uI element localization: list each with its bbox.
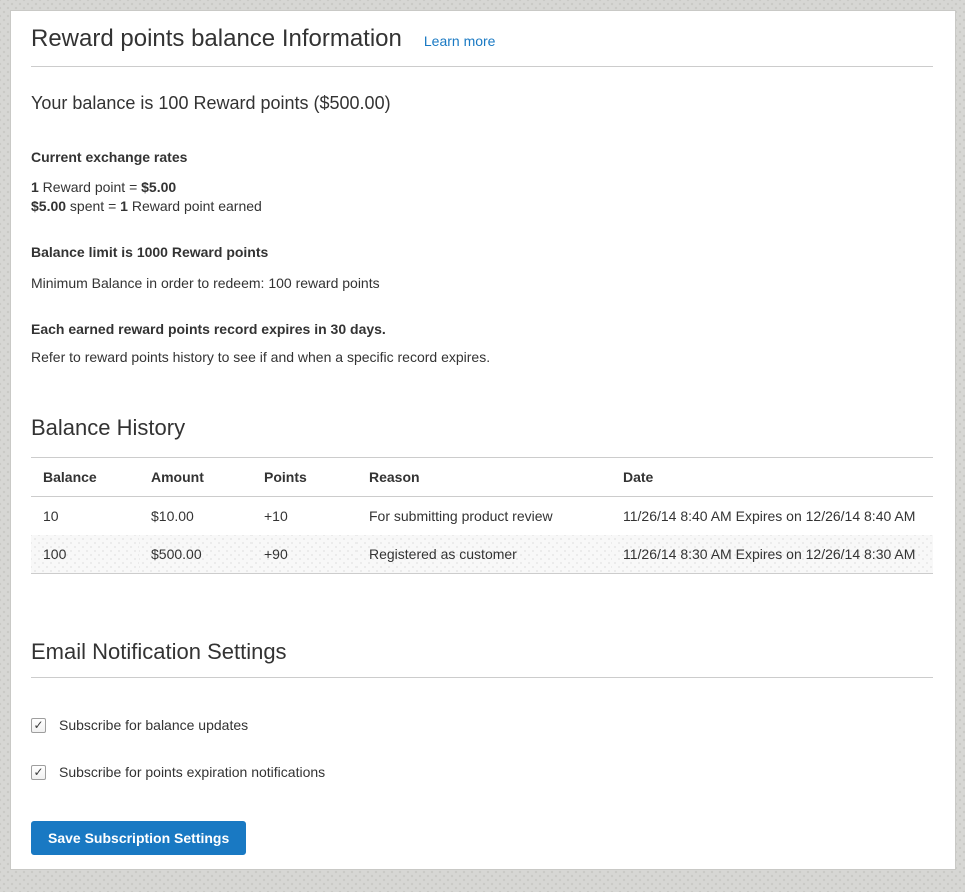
page-header: Reward points balance Information Learn … (31, 25, 933, 67)
cell-amount: $10.00 (139, 497, 252, 536)
expiration-rule-text: Each earned reward points record expires… (31, 319, 933, 339)
balance-limit-text: Balance limit is 1000 Reward points (31, 242, 933, 262)
points-expiration-checkbox[interactable]: ✓ (31, 765, 46, 780)
column-header-date: Date (611, 458, 933, 497)
minimum-balance-text: Minimum Balance in order to redeem: 100 … (31, 273, 933, 293)
column-header-reason: Reason (357, 458, 611, 497)
cell-points: +90 (252, 535, 357, 574)
balance-history-heading: Balance History (31, 414, 933, 442)
save-subscription-settings-button[interactable]: Save Subscription Settings (31, 821, 246, 855)
cell-points: +10 (252, 497, 357, 536)
expiration-note-text: Refer to reward points history to see if… (31, 347, 933, 367)
column-header-balance: Balance (31, 458, 139, 497)
exchange-rate-line-1: 1 Reward point = $5.00 (31, 178, 933, 197)
learn-more-link[interactable]: Learn more (424, 33, 496, 49)
balance-updates-checkbox[interactable]: ✓ (31, 718, 46, 733)
balance-updates-label[interactable]: Subscribe for balance updates (59, 715, 248, 735)
cell-reason: For submitting product review (357, 497, 611, 536)
balance-summary: Your balance is 100 Reward points ($500.… (31, 91, 933, 116)
cell-reason: Registered as customer (357, 535, 611, 574)
cell-date: 11/26/14 8:40 AM Expires on 12/26/14 8:4… (611, 497, 933, 536)
reward-points-panel: Reward points balance Information Learn … (10, 10, 956, 870)
cell-balance: 10 (31, 497, 139, 536)
page-title: Reward points balance Information (31, 25, 402, 53)
column-header-points: Points (252, 458, 357, 497)
table-row: 100 $500.00 +90 Registered as customer 1… (31, 535, 933, 574)
exchange-rate-line-2: $5.00 spent = 1 Reward point earned (31, 197, 933, 216)
points-expiration-option: ✓ Subscribe for points expiration notifi… (31, 762, 933, 782)
table-row: 10 $10.00 +10 For submitting product rev… (31, 497, 933, 536)
exchange-rates-heading: Current exchange rates (31, 147, 933, 167)
cell-date: 11/26/14 8:30 AM Expires on 12/26/14 8:3… (611, 535, 933, 574)
cell-amount: $500.00 (139, 535, 252, 574)
balance-updates-option: ✓ Subscribe for balance updates (31, 715, 933, 735)
balance-history-table: Balance Amount Points Reason Date 10 $10… (31, 457, 933, 574)
cell-balance: 100 (31, 535, 139, 574)
column-header-amount: Amount (139, 458, 252, 497)
points-expiration-label[interactable]: Subscribe for points expiration notifica… (59, 762, 325, 782)
table-header-row: Balance Amount Points Reason Date (31, 458, 933, 497)
email-notification-settings-heading: Email Notification Settings (31, 638, 933, 678)
exchange-rates-lines: 1 Reward point = $5.00 $5.00 spent = 1 R… (31, 178, 933, 216)
